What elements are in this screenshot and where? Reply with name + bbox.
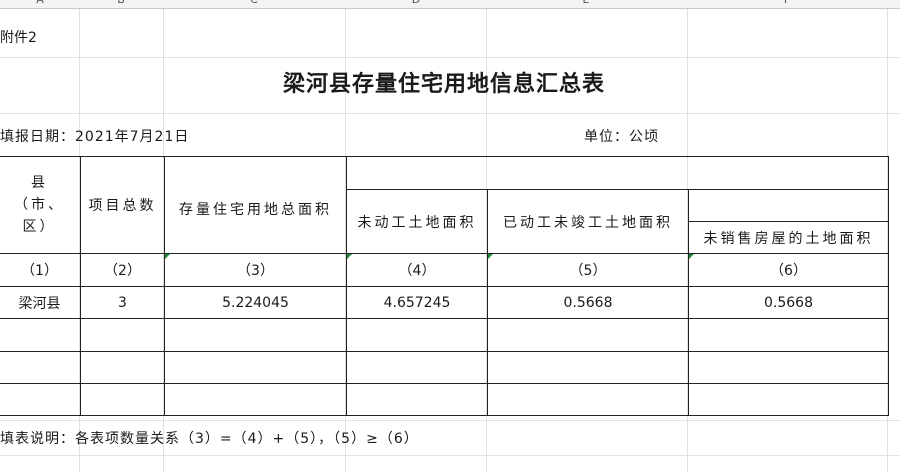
- fill-date[interactable]: 填报日期：2021年7月21日: [0, 126, 189, 146]
- gridline: [0, 455, 900, 456]
- gridline: [0, 113, 900, 114]
- column-header-b[interactable]: B: [111, 0, 131, 6]
- table-cell[interactable]: [487, 351, 689, 384]
- table-row: [0, 351, 889, 384]
- table-cell[interactable]: [346, 383, 488, 416]
- gridline: [0, 57, 900, 58]
- header-total-area[interactable]: 存量住宅用地总面积: [164, 156, 347, 254]
- table-cell[interactable]: [688, 351, 889, 384]
- column-header-c[interactable]: C: [244, 0, 264, 6]
- summary-table: 县（市、区） 项目总数 存量住宅用地总面积 未动工土地面积 已动工未竣工土地面积…: [0, 156, 889, 416]
- table-cell[interactable]: 4.657245: [346, 286, 488, 319]
- table-cell[interactable]: [688, 318, 889, 352]
- table-cell[interactable]: 5.224045: [164, 286, 347, 319]
- column-header-d[interactable]: D: [406, 0, 426, 6]
- header-unsold-area[interactable]: 未销售房屋的土地面积: [688, 221, 889, 254]
- table-cell[interactable]: [80, 383, 165, 416]
- header-started-unfinished-area[interactable]: 已动工未竣工土地面积: [487, 189, 689, 254]
- header-project-count[interactable]: 项目总数: [80, 156, 165, 254]
- table-cell[interactable]: [164, 318, 347, 352]
- index-cell[interactable]: （2）: [80, 253, 165, 287]
- spreadsheet-sheet: A B C D E F 附件2 梁河县存量住宅用地信息汇总表 填报日期：2021…: [0, 0, 900, 472]
- attachment-label[interactable]: 附件2: [0, 27, 37, 47]
- table-cell[interactable]: [0, 318, 81, 352]
- table-cell[interactable]: 0.5668: [688, 286, 889, 319]
- table-cell[interactable]: [0, 351, 81, 384]
- table-cell[interactable]: [164, 351, 347, 384]
- header-blank-cell[interactable]: [688, 189, 889, 222]
- column-header-bar: A B C D E F: [0, 0, 900, 9]
- index-row: （1） （2） （3） （4） （5） （6）: [0, 253, 889, 287]
- index-cell[interactable]: （3）: [164, 253, 347, 287]
- table-cell[interactable]: [164, 383, 347, 416]
- table-cell[interactable]: [487, 318, 689, 352]
- table-cell[interactable]: [487, 383, 689, 416]
- table-cell[interactable]: [346, 351, 488, 384]
- index-cell[interactable]: （1）: [0, 253, 81, 287]
- table-cell[interactable]: [688, 383, 889, 416]
- table-cell[interactable]: 3: [80, 286, 165, 319]
- index-cell[interactable]: （5）: [487, 253, 689, 287]
- index-cell[interactable]: （4）: [346, 253, 488, 287]
- comment-marker: [347, 254, 352, 259]
- fill-note[interactable]: 填表说明：各表项数量关系（3）=（4）+（5），（5）≥（6）: [0, 428, 419, 448]
- unit-label[interactable]: 单位：公顷: [584, 126, 659, 146]
- column-header-e[interactable]: E: [576, 0, 596, 6]
- column-header-f[interactable]: F: [777, 0, 797, 6]
- gridline: [0, 420, 900, 421]
- table-cell[interactable]: [0, 383, 81, 416]
- comment-marker: [689, 254, 694, 259]
- table-row: 梁河县 3 5.224045 4.657245 0.5668 0.5668: [0, 286, 889, 319]
- index-cell[interactable]: （6）: [688, 253, 889, 287]
- comment-marker: [488, 254, 493, 259]
- table-cell[interactable]: 梁河县: [0, 286, 81, 319]
- table-row: [0, 383, 889, 416]
- header-county[interactable]: 县（市、区）: [0, 156, 81, 254]
- table-cell[interactable]: [80, 318, 165, 352]
- header-group-cell[interactable]: [346, 156, 889, 190]
- table-row: [0, 318, 889, 352]
- table-cell[interactable]: [346, 318, 488, 352]
- header-unstarted-area[interactable]: 未动工土地面积: [346, 189, 488, 254]
- document-title[interactable]: 梁河县存量住宅用地信息汇总表: [0, 66, 888, 98]
- table-cell[interactable]: 0.5668: [487, 286, 689, 319]
- comment-marker: [165, 254, 170, 259]
- table-cell[interactable]: [80, 351, 165, 384]
- column-header-a[interactable]: A: [30, 0, 50, 6]
